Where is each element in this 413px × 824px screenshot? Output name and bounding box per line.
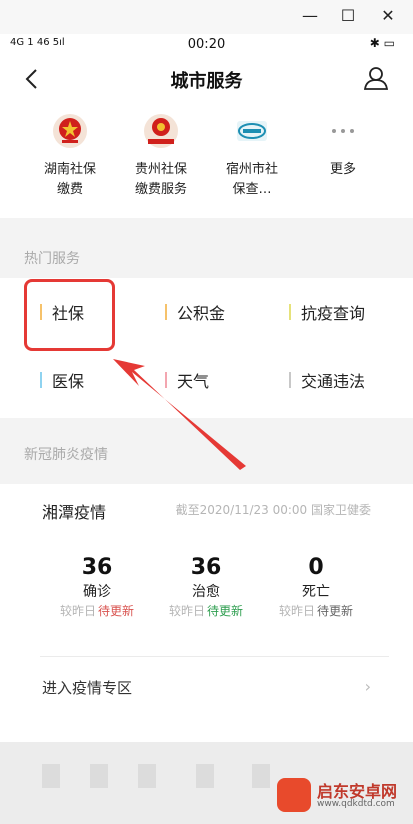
- service-epidemic-query[interactable]: 抗疫查询: [289, 300, 365, 326]
- blurred-block: [252, 764, 270, 788]
- social-security-card-icon: [237, 121, 267, 141]
- app-suzhou-social-security[interactable]: 宿州市社 保查…: [212, 112, 292, 200]
- watermark: 启东安卓网 www.qdkdtd.com: [277, 774, 407, 818]
- page-title: 城市服务: [170, 71, 243, 92]
- accent-bar: [40, 372, 42, 388]
- blurred-block: [42, 764, 60, 788]
- accent-bar: [289, 304, 291, 320]
- accent-bar: [289, 372, 291, 388]
- accent-bar: [165, 304, 167, 320]
- app-hunan-social-security[interactable]: 湖南社保 缴费: [30, 112, 110, 200]
- divider: [40, 656, 389, 657]
- bottom-bar: 启东安卓网 www.qdkdtd.com: [0, 742, 413, 824]
- service-housing-fund[interactable]: 公积金: [165, 300, 225, 326]
- epidemic-card: 湘潭疫情 截至2020/11/23 00:00 国家卫健委 36 确诊 较昨日待…: [0, 484, 413, 742]
- service-traffic-violation[interactable]: 交通违法: [289, 368, 365, 394]
- stat-confirmed: 36 确诊 较昨日 待更新: [42, 554, 152, 620]
- service-weather[interactable]: 天气: [165, 368, 209, 394]
- close-button[interactable]: ✕: [378, 6, 398, 26]
- more-dots-icon: [332, 129, 354, 133]
- epidemic-city: 湘潭疫情: [42, 503, 107, 522]
- bluetooth-battery-icons: ✱ ▭: [369, 36, 395, 50]
- minimize-button[interactable]: —: [300, 6, 320, 26]
- stat-cured: 36 治愈 较昨日 待更新: [151, 554, 261, 620]
- stat-delta: 较昨日 待更新: [59, 604, 135, 618]
- chevron-right-icon[interactable]: ›: [365, 677, 371, 696]
- app-label: 贵州社保 缴费服务: [134, 162, 187, 197]
- hot-services-title: 热门服务: [24, 251, 80, 267]
- blurred-block: [90, 764, 108, 788]
- app-shortcuts: 湖南社保 缴费 贵州社保 缴费服务 宿州市社 保查… 更多: [0, 102, 413, 218]
- stat-value: 36: [81, 555, 113, 580]
- stat-value: 36: [190, 555, 222, 580]
- app-more[interactable]: 更多: [303, 112, 383, 180]
- user-icon[interactable]: [363, 65, 389, 91]
- stat-label: 确诊: [83, 584, 111, 600]
- national-emblem-icon: [53, 114, 87, 148]
- window-title-bar: — ☐ ✕: [0, 0, 413, 34]
- epidemic-zone-link[interactable]: 进入疫情专区: [42, 677, 132, 698]
- page-header: 城市服务: [0, 56, 413, 102]
- stat-delta: 较昨日 待更新: [168, 604, 244, 618]
- stat-delta: 较昨日 待更新: [278, 604, 354, 618]
- app-label: 湖南社保 缴费: [43, 162, 96, 197]
- app-label: 宿州市社 保查…: [225, 162, 278, 197]
- stat-deaths: 0 死亡 较昨日 待更新: [261, 554, 371, 620]
- highlight-box: [24, 279, 115, 351]
- stat-value: 0: [308, 555, 324, 580]
- status-bar: 4G 1 46 5ıl 00:20 ✱ ▭: [0, 34, 413, 56]
- stat-label: 治愈: [192, 584, 220, 600]
- epidemic-date: 截至2020/11/23 00:00 国家卫健委: [175, 503, 371, 517]
- blurred-block: [196, 764, 214, 788]
- accent-bar: [165, 372, 167, 388]
- maximize-button[interactable]: ☐: [338, 6, 358, 26]
- blurred-block: [138, 764, 156, 788]
- app-guizhou-social-security[interactable]: 贵州社保 缴费服务: [121, 112, 201, 200]
- stat-label: 死亡: [302, 584, 330, 600]
- watermark-logo-icon: [277, 778, 311, 812]
- tax-emblem-icon: [144, 114, 178, 148]
- app-label: 更多: [329, 162, 356, 177]
- status-time: 00:20: [187, 37, 226, 52]
- service-medical-insurance[interactable]: 医保: [40, 368, 84, 394]
- epidemic-section-title: 新冠肺炎疫情: [24, 447, 108, 463]
- watermark-url: www.qdkdtd.com: [317, 799, 395, 809]
